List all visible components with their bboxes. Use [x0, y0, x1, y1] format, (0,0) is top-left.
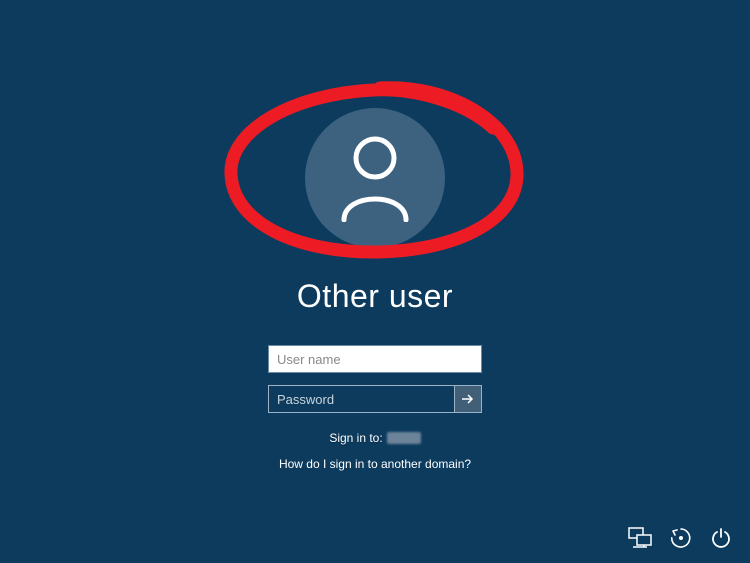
domain-name-obscured	[387, 432, 421, 444]
sign-in-to-text: Sign in to:	[329, 431, 382, 445]
password-input[interactable]	[268, 385, 454, 413]
username-input[interactable]	[268, 345, 482, 373]
sign-in-to-label: Sign in to:	[329, 431, 420, 445]
login-title: Other user	[297, 278, 453, 315]
user-icon	[336, 134, 414, 222]
arrow-right-icon	[460, 391, 476, 407]
power-button[interactable]	[710, 527, 732, 549]
network-button[interactable]	[628, 527, 652, 549]
ease-of-access-icon	[670, 527, 692, 549]
network-icon	[628, 527, 652, 549]
another-domain-link[interactable]: How do I sign in to another domain?	[279, 457, 471, 471]
submit-button[interactable]	[454, 385, 482, 413]
user-avatar	[305, 108, 445, 248]
power-icon	[710, 527, 732, 549]
ease-of-access-button[interactable]	[670, 527, 692, 549]
